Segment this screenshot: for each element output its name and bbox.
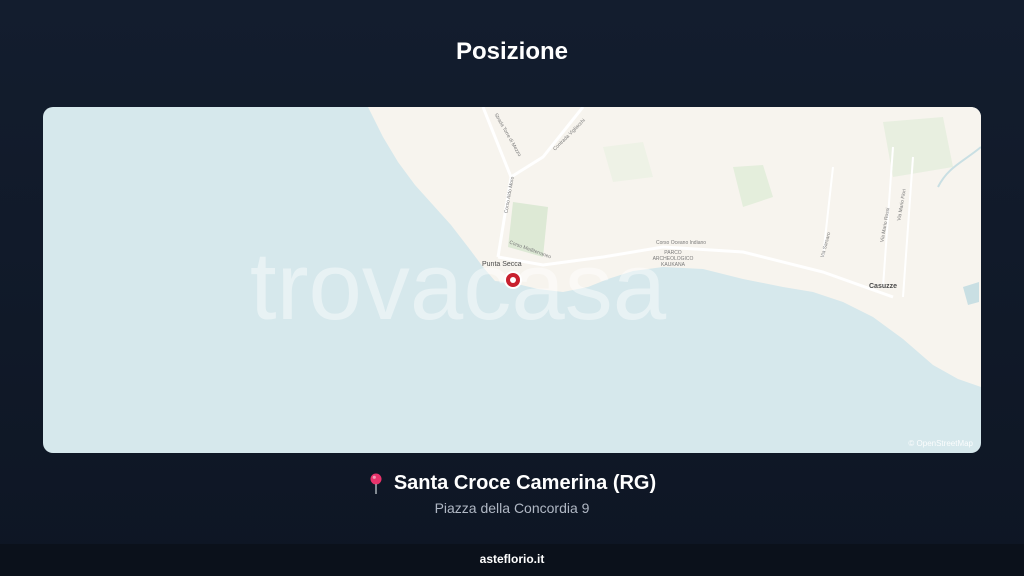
map-canvas: trovacasa (250, 107, 981, 387)
page-title: Posizione (455, 38, 569, 65)
road-label: Corso Oceano Indiano (656, 240, 707, 246)
location-address: Piazza della Concordia 9 (434, 500, 590, 516)
town-label-punta-secca: Punta Secca (482, 261, 522, 268)
watermark-text: trovacasa (250, 233, 667, 340)
footer-site[interactable]: asteflorio.it (0, 544, 1024, 576)
town-label-casuzze: Casuzze (869, 283, 898, 290)
location-map[interactable]: trovacasa Punta Secca Casuzze Strada Tor… (43, 107, 981, 453)
park-label: PARCO ARCHEOLOGICO KAUKANA (652, 250, 694, 268)
location-block: Santa Croce Camerina (RG) (0, 472, 1024, 500)
map-pin-icon (368, 473, 384, 495)
location-city: Santa Croce Camerina (RG) (393, 472, 657, 494)
map-attribution[interactable]: © OpenStreetMap (908, 439, 973, 448)
location-marker (504, 271, 522, 289)
green-area (883, 117, 953, 177)
